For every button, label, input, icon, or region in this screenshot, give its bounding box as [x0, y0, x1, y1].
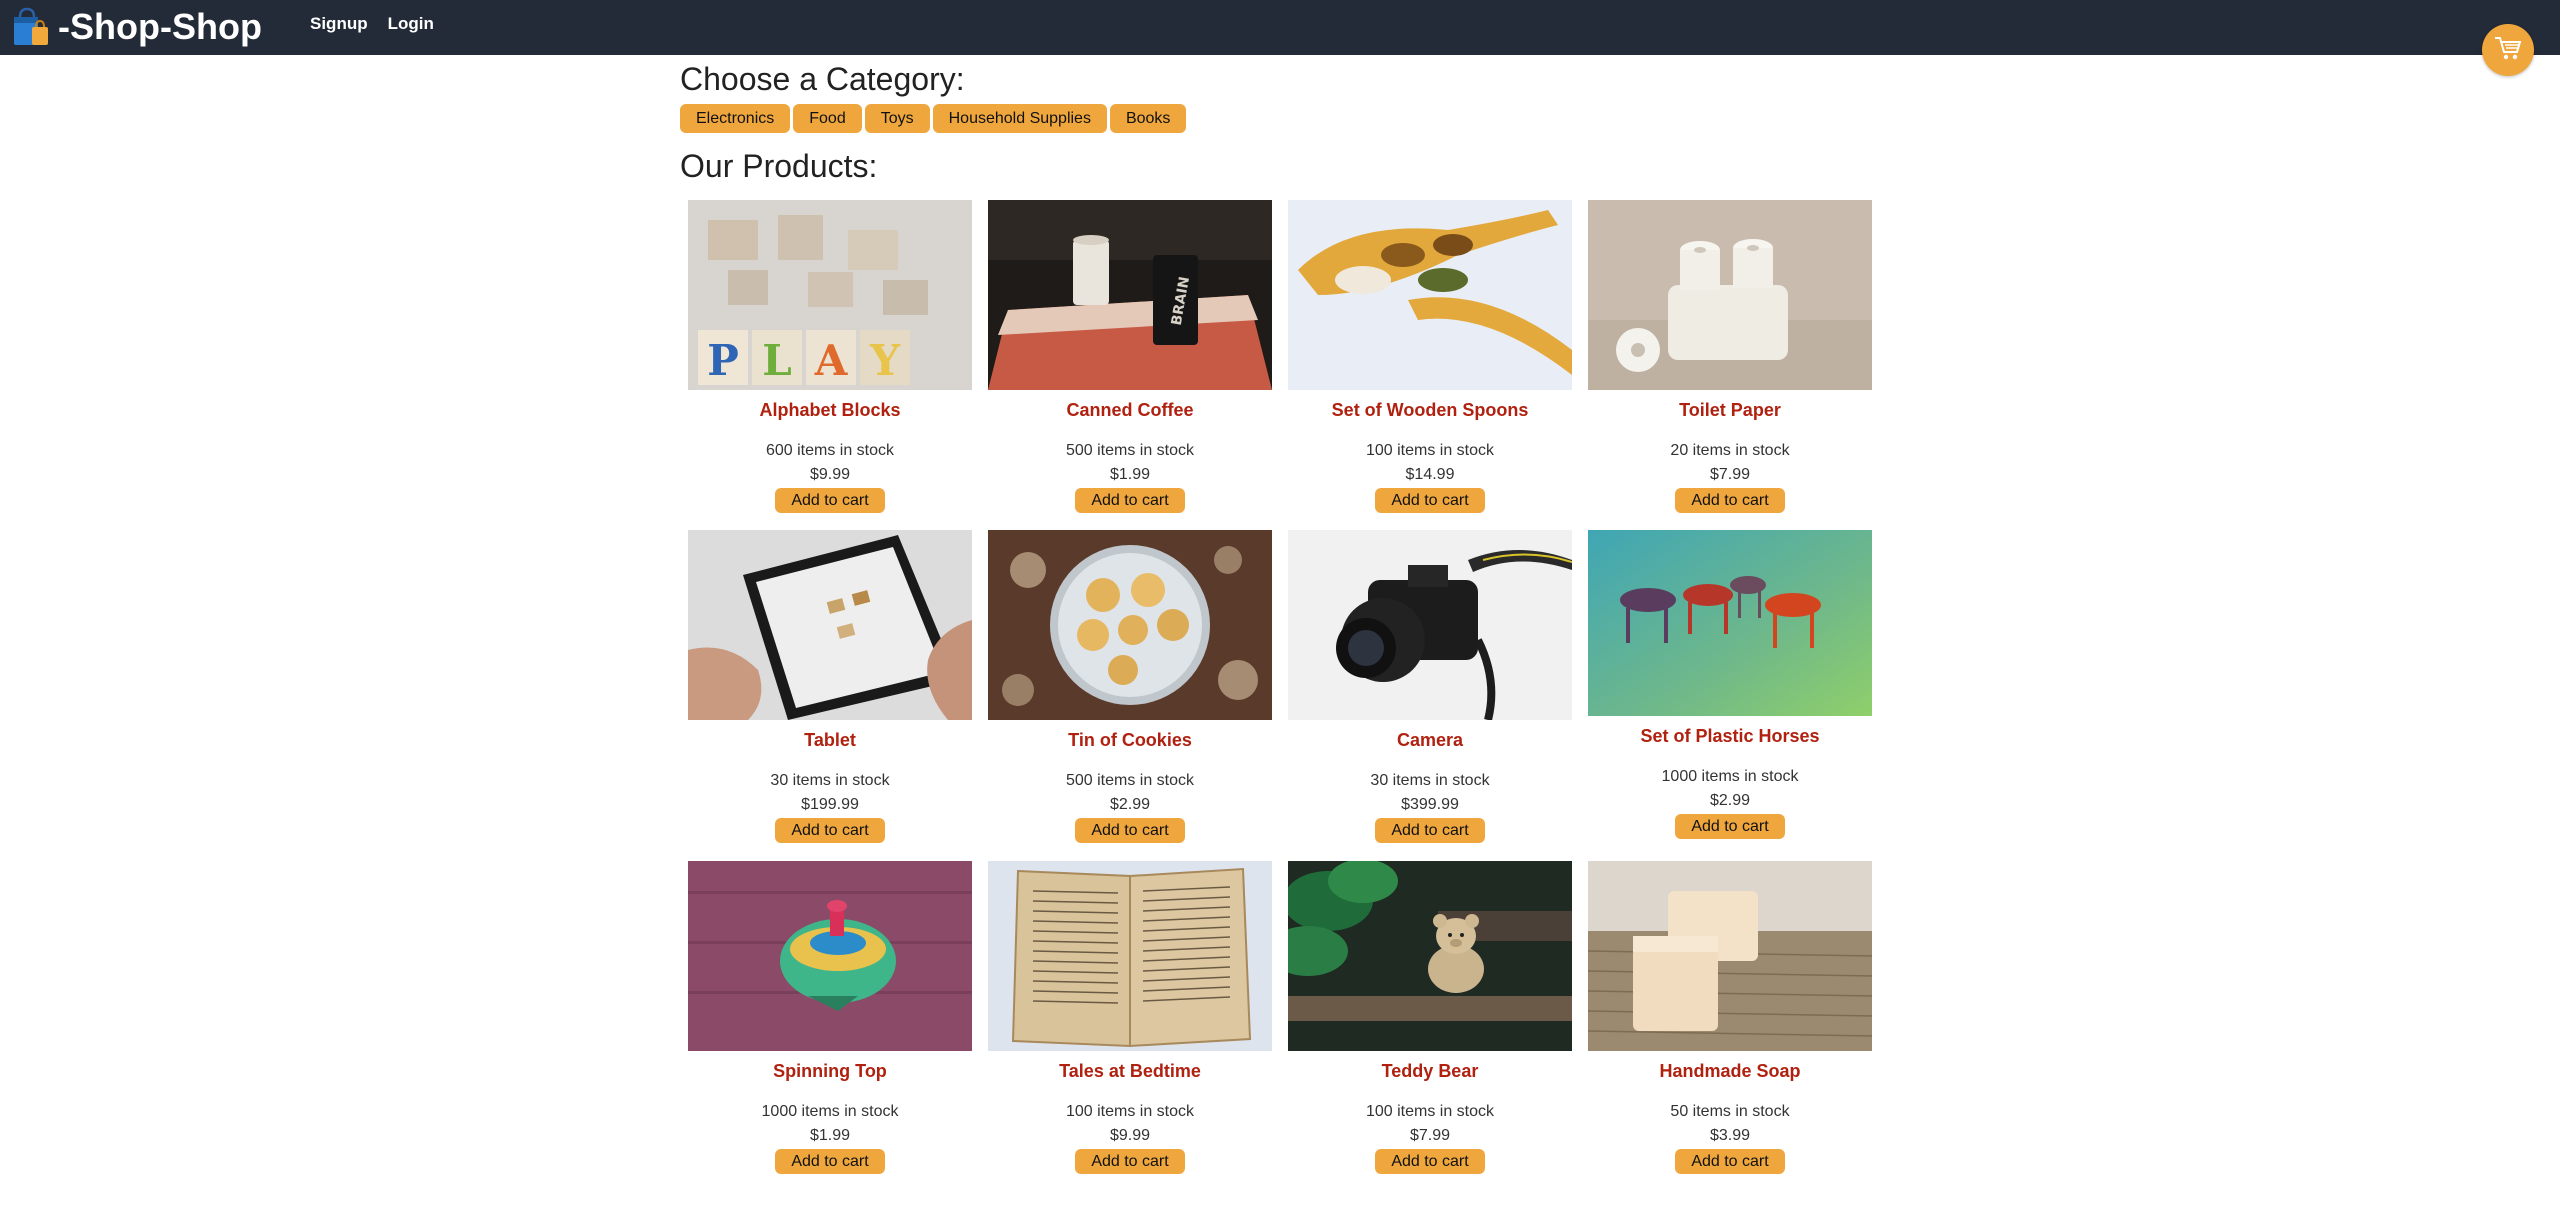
product-stock: 1000 items in stock — [1661, 768, 1799, 785]
product-image-tales-at-bedtime[interactable] — [988, 861, 1272, 1051]
product-card: Set of Wooden Spoons 100 items in stock … — [1288, 200, 1572, 513]
product-name[interactable]: Camera — [1288, 730, 1572, 751]
product-name[interactable]: Alphabet Blocks — [688, 400, 972, 421]
category-heading: Choose a Category: — [680, 61, 965, 97]
product-image-teddy-bear[interactable] — [1288, 861, 1572, 1051]
product-name[interactable]: Teddy Bear — [1288, 1061, 1572, 1082]
category-household-supplies-button[interactable]: Household Supplies — [932, 104, 1107, 133]
product-stock: 100 items in stock — [1365, 442, 1495, 459]
product-stock: 20 items in stock — [1670, 442, 1790, 459]
add-to-cart-button[interactable]: Add to cart — [1375, 488, 1485, 513]
product-stock: 50 items in stock — [1670, 1103, 1790, 1120]
product-stock: 500 items in stock — [1065, 772, 1195, 789]
product-price: $2.99 — [1109, 796, 1151, 813]
product-image-toilet-paper[interactable] — [1588, 200, 1872, 390]
product-name[interactable]: Spinning Top — [688, 1061, 972, 1082]
category-books-button[interactable]: Books — [1109, 104, 1187, 133]
product-image-wooden-spoons[interactable] — [1288, 200, 1572, 390]
product-image-canned-coffee[interactable]: BRAIN — [988, 200, 1272, 390]
product-name[interactable]: Toilet Paper — [1588, 400, 1872, 421]
brand-title: -Shop-Shop — [58, 6, 262, 47]
product-image-tablet[interactable] — [688, 530, 972, 720]
product-card: Tales at Bedtime 100 items in stock $9.9… — [988, 861, 1272, 1174]
product-card: Camera 30 items in stock $399.99 Add to … — [1288, 530, 1572, 843]
product-name[interactable]: Set of Plastic Horses — [1588, 726, 1872, 747]
product-price: $1.99 — [809, 1127, 851, 1144]
product-image-plastic-horses[interactable] — [1588, 530, 1872, 716]
product-stock: 100 items in stock — [1065, 1103, 1195, 1120]
add-to-cart-button[interactable]: Add to cart — [775, 1149, 885, 1174]
product-price: $399.99 — [1401, 796, 1459, 813]
product-card: Tin of Cookies 500 items in stock $2.99 … — [988, 530, 1272, 843]
product-image-tin-of-cookies[interactable] — [988, 530, 1272, 720]
product-name[interactable]: Canned Coffee — [988, 400, 1272, 421]
category-food-button[interactable]: Food — [793, 104, 862, 133]
product-name[interactable]: Tin of Cookies — [988, 730, 1272, 751]
product-stock: 1000 items in stock — [761, 1103, 899, 1120]
product-price: $14.99 — [1405, 466, 1455, 483]
category-list: Electronics Food Toys Household Supplies… — [680, 104, 1187, 133]
product-image-camera[interactable] — [1288, 530, 1572, 720]
add-to-cart-button[interactable]: Add to cart — [1075, 488, 1185, 513]
product-card: Handmade Soap 50 items in stock $3.99 Ad… — [1588, 861, 1872, 1174]
add-to-cart-button[interactable]: Add to cart — [1675, 1149, 1785, 1174]
signup-link[interactable]: Signup — [310, 14, 368, 34]
product-card: Toilet Paper 20 items in stock $7.99 Add… — [1588, 200, 1872, 513]
product-price: $9.99 — [809, 466, 851, 483]
product-price: $9.99 — [1109, 1127, 1151, 1144]
add-to-cart-button[interactable]: Add to cart — [1675, 488, 1785, 513]
product-image-spinning-top[interactable] — [688, 861, 972, 1051]
product-card: BRAIN Canned Coffee 500 items in stock $… — [988, 200, 1272, 513]
product-stock: 500 items in stock — [1065, 442, 1195, 459]
product-stock: 30 items in stock — [770, 772, 890, 789]
nav-links: Signup Login — [310, 14, 434, 34]
product-price: $3.99 — [1709, 1127, 1751, 1144]
login-link[interactable]: Login — [388, 14, 434, 34]
add-to-cart-button[interactable]: Add to cart — [1375, 1149, 1485, 1174]
product-name[interactable]: Handmade Soap — [1588, 1061, 1872, 1082]
category-toys-button[interactable]: Toys — [864, 104, 930, 133]
add-to-cart-button[interactable]: Add to cart — [775, 488, 885, 513]
product-card: P L A Y Alphabet Blocks 600 items in sto… — [688, 200, 972, 513]
add-to-cart-button[interactable]: Add to cart — [1075, 818, 1185, 843]
product-image-handmade-soap[interactable] — [1588, 861, 1872, 1051]
product-stock: 100 items in stock — [1365, 1103, 1495, 1120]
svg-text:Y: Y — [869, 336, 901, 385]
product-name[interactable]: Tablet — [688, 730, 972, 751]
product-price: $199.99 — [801, 796, 859, 813]
add-to-cart-button[interactable]: Add to cart — [1675, 814, 1785, 839]
svg-text:A: A — [814, 336, 849, 385]
brand-link[interactable]: -Shop-Shop — [12, 4, 262, 50]
top-navbar: -Shop-Shop Signup Login — [0, 0, 2560, 55]
add-to-cart-button[interactable]: Add to cart — [1375, 818, 1485, 843]
product-card: Tablet 30 items in stock $199.99 Add to … — [688, 530, 972, 843]
product-card: Spinning Top 1000 items in stock $1.99 A… — [688, 861, 972, 1174]
svg-text:P: P — [707, 336, 739, 385]
shopping-bag-icon — [12, 7, 56, 47]
product-stock: 600 items in stock — [765, 442, 895, 459]
add-to-cart-button[interactable]: Add to cart — [775, 818, 885, 843]
product-image-alphabet-blocks[interactable]: P L A Y — [688, 200, 972, 390]
product-name[interactable]: Tales at Bedtime — [988, 1061, 1272, 1082]
add-to-cart-button[interactable]: Add to cart — [1075, 1149, 1185, 1174]
products-heading: Our Products: — [680, 148, 878, 184]
svg-text:L: L — [762, 336, 792, 385]
product-card: Set of Plastic Horses 1000 items in stoc… — [1588, 530, 1872, 839]
product-card: Teddy Bear 100 items in stock $7.99 Add … — [1288, 861, 1572, 1174]
cart-icon — [2493, 34, 2523, 67]
product-price: $7.99 — [1409, 1127, 1451, 1144]
product-name[interactable]: Set of Wooden Spoons — [1288, 400, 1572, 421]
cart-button[interactable] — [2482, 24, 2534, 76]
product-price: $1.99 — [1109, 466, 1151, 483]
product-price: $2.99 — [1709, 792, 1751, 809]
product-price: $7.99 — [1709, 466, 1751, 483]
category-electronics-button[interactable]: Electronics — [680, 104, 791, 133]
product-stock: 30 items in stock — [1370, 772, 1490, 789]
